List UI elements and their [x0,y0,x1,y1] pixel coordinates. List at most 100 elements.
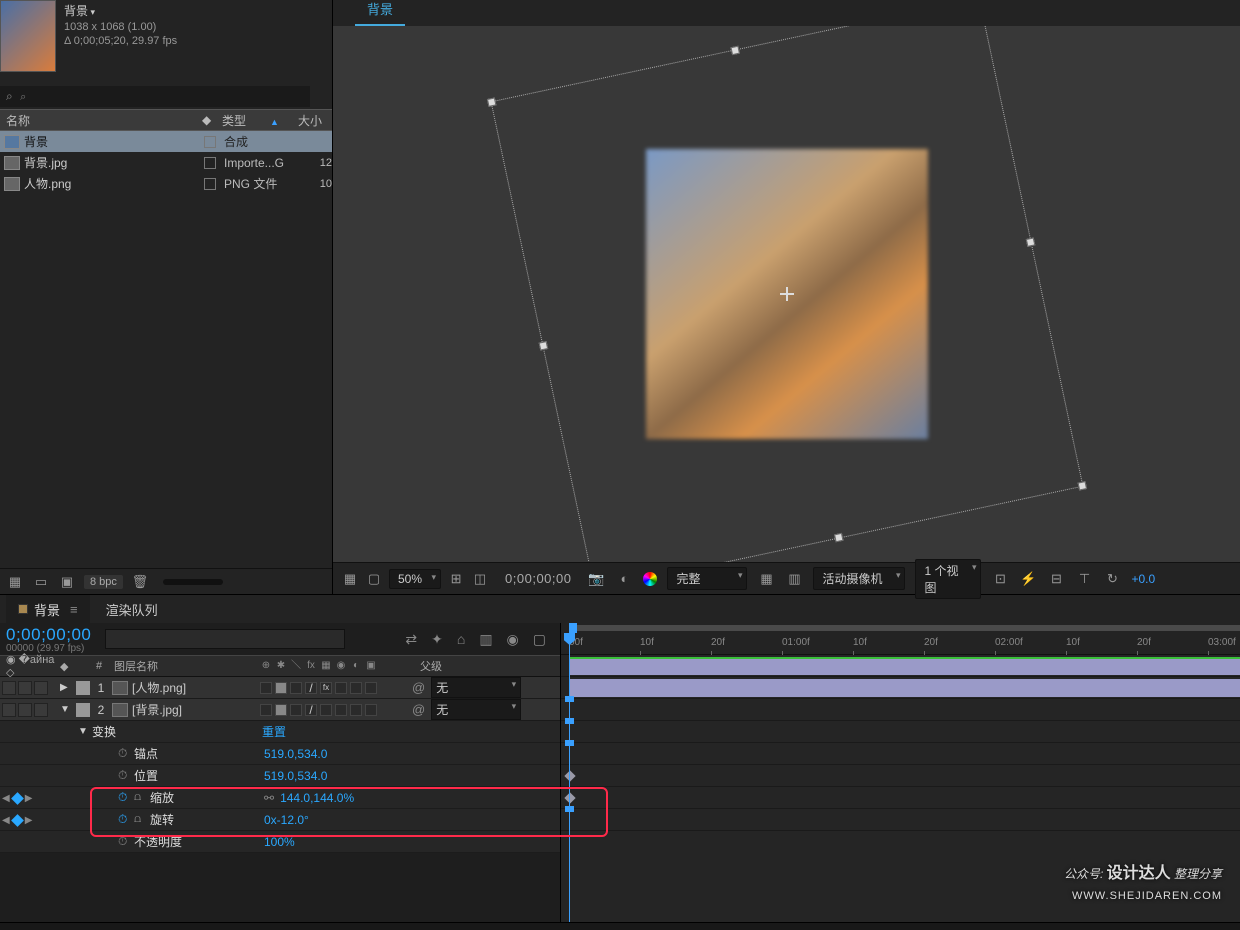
parent-dropdown[interactable]: 无 [431,699,521,720]
time-ruler[interactable]: 00f10f20f01:00f10f20f02:00f10f20f03:00f [561,623,1240,655]
thumbnail-size-slider[interactable] [163,579,223,585]
snapshot-icon[interactable]: 📷 [587,570,605,588]
camera-dropdown[interactable]: 活动摄像机 [813,567,905,590]
twirl-icon[interactable]: ▼ [60,704,72,715]
keyframe-nav[interactable]: ◀▶ [0,787,32,809]
viewer-timecode[interactable]: 0;00;00;00 [505,571,571,586]
label-swatch[interactable] [76,681,90,695]
layer-duration-bar[interactable] [569,679,1240,697]
parent-dropdown[interactable]: 无 [431,677,521,698]
stopwatch-icon[interactable]: ⏱ [118,812,134,827]
stopwatch-icon[interactable]: ⏱ [118,834,134,849]
handle-top-mid[interactable] [730,46,739,55]
audio-toggle[interactable] [18,703,32,717]
composition-thumbnail[interactable] [0,0,56,72]
comp-mini-flowchart-icon[interactable]: ⇄ [405,631,417,648]
twirl-icon[interactable]: ▶ [60,682,72,693]
graph-editor-icon[interactable]: ▢ [533,631,546,648]
zoom-dropdown[interactable]: 50% [389,569,441,589]
solo-toggle[interactable] [34,681,48,695]
item-name[interactable]: 人物.png [24,175,200,192]
handle-top-left[interactable] [486,97,495,106]
parent-column[interactable]: 父级 [412,658,532,674]
composition-name[interactable]: 背景 [64,2,177,19]
audio-toggle[interactable] [18,681,32,695]
layer-name[interactable]: [背景.jpg] [132,701,260,718]
label-swatch[interactable] [204,157,216,169]
property-rotation[interactable]: ⏱ ⩍ 旋转 0x-12.0° [0,809,560,831]
project-row[interactable]: 人物.png PNG 文件 10 [0,173,332,194]
shy-icon[interactable]: ⌂ [457,631,465,648]
transform-group[interactable]: ▼ 变换 重置 [0,721,560,743]
quality-dropdown[interactable]: 完整 [667,567,747,590]
views-dropdown[interactable]: 1 个视图 [915,559,981,599]
guides-icon[interactable]: ▥ [785,570,803,588]
twirl-icon[interactable]: ▼ [78,726,92,737]
handle-bottom-right[interactable] [1077,481,1086,490]
switches-column[interactable]: ⊕✱＼fx▦◉◐▣ [260,660,412,672]
label-swatch[interactable] [204,178,216,190]
constrain-proportions-icon[interactable]: ⚯ [264,791,274,805]
new-folder-icon[interactable]: ▭ [32,573,50,591]
stopwatch-icon[interactable]: ⏱ [118,768,134,783]
timeline-tracks[interactable]: 00f10f20f01:00f10f20f02:00f10f20f03:00f … [560,623,1240,922]
keyframe-nav[interactable]: ◀▶ [0,809,32,831]
interpret-footage-icon[interactable]: ▦ [6,573,24,591]
video-toggle[interactable] [2,703,16,717]
exposure-value[interactable]: +0.0 [1131,572,1155,586]
draft-3d-icon[interactable]: ✦ [431,631,443,648]
graph-icon[interactable]: ⩍ [134,813,150,826]
current-timecode[interactable]: 0;00;00;00 [6,625,91,645]
keyframe-marker[interactable] [564,770,575,781]
col-type[interactable]: 类型▲ [216,112,288,129]
pickwhip-icon[interactable]: @ [412,680,425,695]
layer-name-column[interactable]: 图层名称 [110,658,260,674]
keyframe-diamond-icon[interactable] [11,814,24,827]
layer-row[interactable]: ▼ 2 [背景.jpg] / @ 无 [0,699,560,721]
pickwhip-icon[interactable]: @ [412,702,425,717]
playhead[interactable] [569,623,570,922]
bit-depth-chip[interactable]: 8 bpc [84,575,123,589]
project-search-input[interactable] [20,91,300,103]
timeline-tab-render-queue[interactable]: 渲染队列 [94,595,170,624]
grid-icon[interactable]: ▦ [757,570,775,588]
handle-left-mid[interactable] [538,341,547,350]
label-column-icon[interactable]: ◆ [60,660,88,673]
pixel-aspect-icon[interactable]: ⊡ [991,570,1009,588]
keyframe-diamond-icon[interactable] [11,792,24,805]
label-swatch[interactable] [76,703,90,717]
reset-exposure-icon[interactable]: ↻ [1103,570,1121,588]
color-management-icon[interactable] [643,572,657,586]
property-value[interactable]: 0x-12.0° [264,813,309,827]
roi-icon[interactable]: ◫ [471,570,489,588]
property-position[interactable]: ⏱ 位置 519.0,534.0 [0,765,560,787]
stopwatch-icon[interactable]: ⏱ [118,746,134,761]
delete-icon[interactable] [131,573,149,591]
item-name[interactable]: 背景.jpg [24,154,200,171]
viewer-tab-active[interactable]: 背景 [355,0,405,26]
property-value[interactable]: 100% [264,835,295,849]
layer-row[interactable]: ▶ 1 [人物.png] /fx @ 无 [0,677,560,699]
project-row[interactable]: 背景.jpg Importe...G 12 [0,152,332,173]
col-label-icon[interactable]: ◆ [196,113,216,127]
property-value[interactable]: 519.0,534.0 [264,747,327,761]
layer-name[interactable]: [人物.png] [132,679,260,696]
fast-preview-icon[interactable]: ⚡ [1019,570,1037,588]
project-search[interactable] [0,86,310,107]
project-table-header[interactable]: 名称 ◆ 类型▲ 大小 [0,109,332,131]
av-columns[interactable]: ◉ �айна ◇ [0,653,60,679]
toggle-mask-icon[interactable]: ▢ [365,570,383,588]
video-toggle[interactable] [2,681,16,695]
motion-blur-icon[interactable]: ◉ [507,631,519,648]
property-value[interactable]: 519.0,534.0 [264,769,327,783]
layer-duration-bar[interactable] [569,657,1240,675]
layer-search-input[interactable] [105,629,345,649]
flowchart-icon[interactable]: ⊤ [1075,570,1093,588]
stopwatch-icon[interactable]: ⏱ [118,790,134,805]
property-value[interactable]: 144.0,144.0% [280,791,354,805]
item-name[interactable]: 背景 [24,133,200,150]
toggle-alpha-icon[interactable]: ▦ [341,570,359,588]
handle-bottom-mid[interactable] [834,533,843,542]
keyframe-marker[interactable] [564,792,575,803]
col-name[interactable]: 名称 [0,112,196,129]
